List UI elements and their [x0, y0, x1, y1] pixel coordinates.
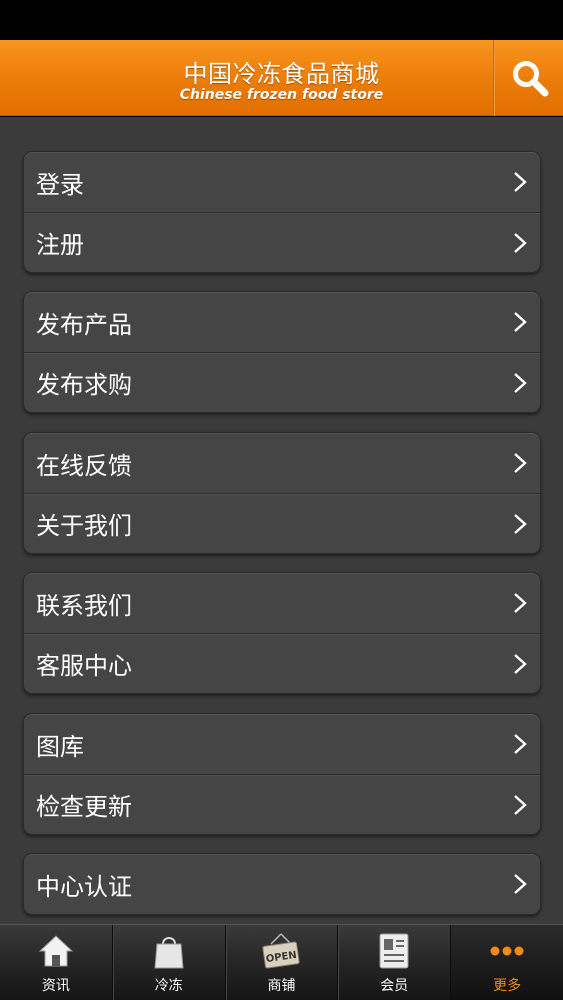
menu-item-publish-product[interactable]: 发布产品 [24, 292, 540, 352]
menu-item-gallery[interactable]: 图库 [24, 714, 540, 774]
menu-item-check-update[interactable]: 检查更新 [24, 774, 540, 834]
app-subtitle: Chinese frozen food store [179, 87, 384, 103]
menu-item-publish-request[interactable]: 发布求购 [24, 352, 540, 412]
menu-item-contact-us[interactable]: 联系我们 [24, 573, 540, 633]
chevron-right-icon [514, 653, 527, 674]
tab-members[interactable]: 会员 [338, 925, 452, 1000]
tab-news[interactable]: 资讯 [0, 925, 113, 1000]
member-card-icon [374, 931, 414, 971]
menu-item-support-center[interactable]: 客服中心 [24, 633, 540, 693]
tab-label: 会员 [380, 978, 409, 994]
menu-item-feedback[interactable]: 在线反馈 [24, 433, 540, 493]
chevron-right-icon [514, 312, 527, 332]
menu-item-label: 中心认证 [36, 872, 132, 901]
chevron-right-icon [514, 232, 527, 253]
bottom-tab-bar: 资讯 冷冻 OPEN 商铺 会员 更多 [0, 924, 563, 1000]
menu-item-label: 在线反馈 [36, 451, 132, 480]
tab-frozen[interactable]: 冷冻 [113, 925, 226, 1000]
chevron-right-icon [514, 734, 527, 754]
search-icon [512, 61, 548, 97]
menu-group-contact: 联系我们 客服中心 [23, 572, 541, 694]
menu-item-label: 检查更新 [36, 793, 132, 821]
menu-item-label: 注册 [36, 231, 84, 259]
chevron-right-icon [514, 593, 527, 613]
more-dots-icon [487, 931, 527, 971]
menu-item-register[interactable]: 注册 [24, 212, 540, 272]
chevron-right-icon [514, 372, 527, 393]
tab-label: 商铺 [267, 978, 296, 994]
tab-shops[interactable]: OPEN 商铺 [226, 925, 339, 1000]
home-icon [36, 931, 76, 971]
menu-group-gallery: 图库 检查更新 [23, 713, 541, 835]
menu-item-label: 联系我们 [36, 591, 132, 620]
menu-content: 登录 注册 发布产品 发布求购 在线反馈 关于我们 联系我们 客服中心 图库 检… [0, 117, 563, 924]
chevron-right-icon [514, 874, 527, 894]
menu-item-label: 客服中心 [36, 652, 132, 680]
menu-item-certification[interactable]: 中心认证 [24, 854, 540, 914]
chevron-right-icon [514, 453, 527, 473]
menu-item-label: 登录 [36, 170, 84, 199]
tab-label: 冷冻 [154, 978, 183, 994]
shopping-bag-icon [149, 931, 189, 971]
header-divider [493, 40, 495, 116]
chevron-right-icon [514, 794, 527, 815]
menu-group-feedback: 在线反馈 关于我们 [23, 432, 541, 554]
menu-group-publish: 发布产品 发布求购 [23, 291, 541, 413]
menu-group-account: 登录 注册 [23, 151, 541, 273]
menu-group-certification: 中心认证 [23, 853, 541, 915]
menu-item-label: 关于我们 [36, 512, 132, 540]
status-bar [0, 0, 563, 40]
app-header: 中国冷冻食品商城 Chinese frozen food store [0, 40, 563, 116]
search-button[interactable] [496, 40, 563, 116]
menu-item-about-us[interactable]: 关于我们 [24, 493, 540, 553]
tab-label: 更多 [493, 978, 522, 994]
open-sign-icon: OPEN [261, 931, 301, 971]
menu-item-label: 图库 [36, 732, 84, 761]
menu-item-login[interactable]: 登录 [24, 152, 540, 212]
chevron-right-icon [514, 172, 527, 192]
menu-item-label: 发布求购 [36, 371, 132, 399]
tab-more[interactable]: 更多 [451, 925, 563, 1000]
menu-item-label: 发布产品 [36, 310, 132, 339]
chevron-right-icon [514, 513, 527, 534]
app-title: 中国冷冻食品商城 [183, 60, 380, 88]
tab-label: 资讯 [41, 978, 70, 994]
